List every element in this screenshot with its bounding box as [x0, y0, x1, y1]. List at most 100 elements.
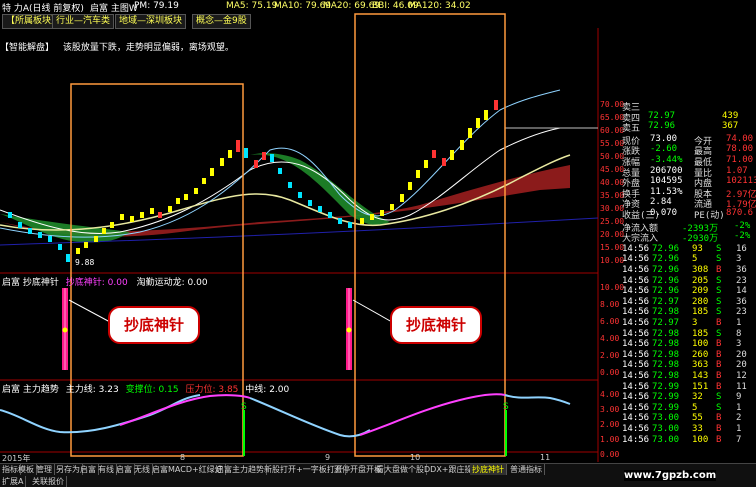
candle: [110, 222, 114, 228]
date-month-9: 9: [325, 453, 331, 462]
tick-count: 3: [736, 339, 742, 350]
indicator2-change-value: 0.15: [158, 385, 179, 395]
indicator1-a-value: 0.00: [107, 278, 128, 288]
tick-side: B: [716, 371, 722, 381]
tick-volume: 55: [692, 413, 703, 424]
ma-blue-line: [0, 89, 561, 238]
tick-price: 73.00: [652, 434, 680, 445]
indicator-button[interactable]: 抄底神针: [470, 464, 507, 475]
callout-bottom-needle-1: 抄底神针: [108, 306, 200, 344]
tick-side: B: [716, 318, 722, 328]
candle: [468, 128, 472, 138]
tick-time: 14:56: [622, 243, 650, 254]
trend-line-blue-2: [249, 397, 371, 438]
candle: [130, 216, 134, 222]
extension-button[interactable]: 关联报价: [30, 476, 67, 487]
callout-pointer-2: [352, 299, 393, 323]
tick-side: B: [716, 424, 722, 434]
tick-row: 14:56 73.00 55 B 2: [622, 413, 756, 424]
tick-volume: 3: [692, 318, 698, 328]
indicator1-b-label: 淘勤运动龙:: [136, 278, 185, 288]
indicator-button[interactable]: 看大盘做个股: [374, 464, 427, 475]
indicator1-name: 启富 抄底神针: [2, 278, 59, 288]
low-price-label: 9.88: [75, 258, 95, 267]
sell-row: 卖三: [622, 100, 756, 113]
candle: [168, 206, 172, 212]
tick-row: 14:56 72.96 308 B 36: [622, 265, 756, 276]
extension-button[interactable]: 扩展A: [0, 476, 27, 487]
candle: [400, 194, 404, 202]
candle: [194, 188, 198, 194]
tick-price: 72.96: [652, 243, 680, 254]
indicator2-mid-value: 2.00: [269, 385, 290, 395]
candle: [432, 150, 436, 158]
sell-row: 卖四 72.97 439: [622, 111, 756, 124]
tick-side: B: [716, 434, 722, 445]
price-axis-tick: 30.00: [600, 204, 625, 213]
tick-time: 14:56: [622, 254, 650, 265]
callout-pointer-1: [68, 299, 111, 323]
stat-value: 73.00: [650, 133, 678, 144]
tick-volume: 151: [692, 381, 709, 392]
price-axis-tick: 25.00: [600, 217, 625, 226]
tick-price: 72.98: [652, 307, 680, 318]
tick-row: 14:56 72.98 260 B 20: [622, 350, 756, 361]
tick-volume: 185: [692, 328, 709, 339]
tick-side: S: [716, 328, 722, 339]
tick-price: 72.98: [652, 349, 680, 360]
indicator-button[interactable]: 普通指标: [508, 464, 545, 475]
trend-line-blue-1: [0, 394, 201, 434]
tick-count: 11: [736, 381, 747, 392]
tick-price: 72.97: [652, 318, 680, 328]
tick-row: 14:56 72.98 185 S 23: [622, 307, 756, 318]
candle: [8, 212, 12, 218]
tick-count: 12: [736, 371, 747, 381]
tick-count: 36: [736, 265, 747, 275]
tick-row: 14:56 73.00 100 B 7: [622, 435, 756, 446]
tick-row: 14:56 72.99 151 B 11: [622, 382, 756, 393]
tick-count: 20: [736, 349, 747, 360]
indicator1-axis-tick: 10.00: [600, 283, 625, 292]
smart-analysis: 【智能解盘】 该股放量下跌，走势明显偏弱，离场观望。: [0, 40, 234, 53]
candle: [278, 168, 282, 174]
indicator-button[interactable]: 管理: [34, 464, 55, 475]
tick-side: S: [716, 402, 722, 413]
indicator2-header: 启富 主力趋势 主力线: 3.23 变撑位: 0.15 压力位: 3.85 中线…: [2, 382, 289, 395]
indicator1-axis-tick: 6.00: [600, 317, 620, 326]
candle: [442, 158, 446, 166]
tick-price: 72.96: [652, 275, 680, 286]
tick-side: S: [716, 392, 722, 403]
tick-side: B: [716, 360, 722, 371]
tick-time: 14:56: [622, 402, 650, 413]
tick-row: 14:56 72.99 5 S 1: [622, 403, 756, 414]
tick-volume: 33: [692, 424, 703, 434]
candle: [298, 192, 302, 198]
tab-concept[interactable]: 概念—金9股: [192, 14, 251, 29]
indicator2-name: 启富 主力趋势: [2, 385, 59, 395]
tick-price: 72.99: [652, 392, 680, 403]
tick-count: 1: [736, 424, 742, 434]
sell-marker-2: S: [503, 402, 509, 412]
candle: [288, 182, 292, 188]
price-axis-tick: 45.00: [600, 165, 625, 174]
tick-volume: 100: [692, 434, 709, 445]
date-month-10: 10: [410, 453, 421, 462]
quote-panel: 卖三 卖四 72.97 439 卖五 72.96 367 现价 73.00 今开 74.00 涨跌 -2…: [622, 100, 756, 462]
flow-value: -2930万: [682, 234, 719, 245]
smart-analysis-prefix: 【智能解盘】: [0, 43, 55, 53]
price-axis-tick: 40.00: [600, 178, 625, 187]
price-axis-tick: 65.00: [600, 113, 625, 122]
tab-region[interactable]: 地域—深圳板块: [115, 14, 187, 29]
indicator1-axis-tick: 0.00: [600, 368, 620, 377]
indicator-button[interactable]: 启富主力趋势: [214, 464, 267, 475]
tick-row: 14:56 72.97 3 B 1: [622, 318, 756, 329]
stat-value: 206700: [650, 165, 683, 176]
stat-value-2: 870.6: [726, 208, 754, 218]
candle: [270, 154, 274, 162]
tick-time: 14:56: [622, 265, 650, 275]
tab-industry[interactable]: 行业—汽车类: [52, 14, 115, 29]
candle: [236, 140, 240, 152]
tick-row: 14:56 72.96 93 S 16: [622, 244, 756, 255]
stat-value: -2.60: [650, 144, 678, 155]
candle: [94, 236, 98, 242]
